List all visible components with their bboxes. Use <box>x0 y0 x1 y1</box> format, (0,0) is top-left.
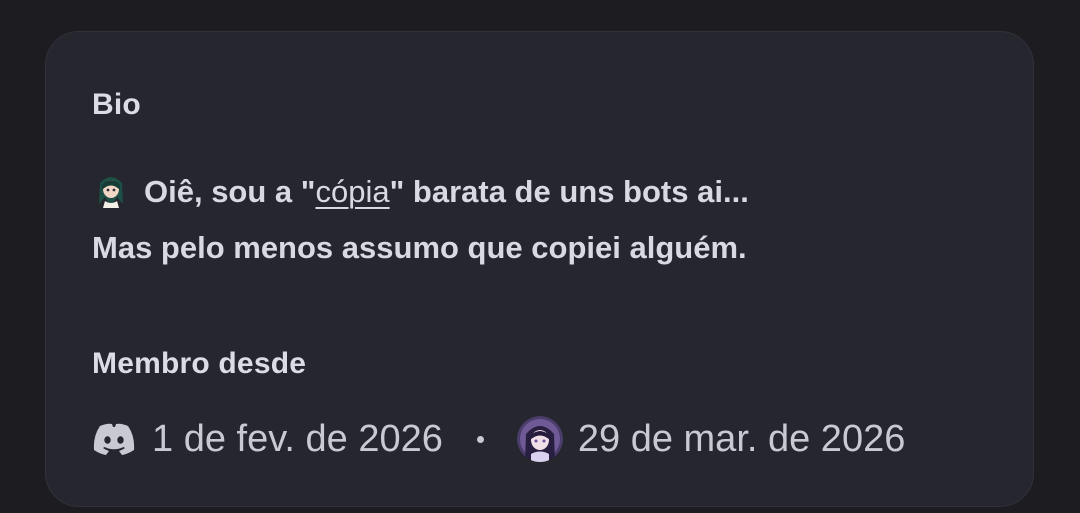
server-member-date: 29 de mar. de 2026 <box>577 417 906 460</box>
separator-dot <box>476 435 484 443</box>
bio-link[interactable]: cópia <box>315 174 389 209</box>
discord-icon <box>93 423 135 455</box>
member-since-heading: Membro desde <box>92 347 307 380</box>
bio-heading: Bio <box>92 88 141 121</box>
bio-text: Oiê, sou a "cópia" barata de uns bots ai… <box>92 164 992 276</box>
member-since-row: 1 de fev. de 2026 29 de mar. de 2026 <box>92 414 905 464</box>
bio-line-1-prefix: Oiê, sou a " <box>144 174 316 209</box>
bio-line-2: Mas pelo menos assumo que copiei alguém. <box>92 230 747 265</box>
server-avatar <box>516 416 563 462</box>
profile-card: Bio Oiê, sou a "cópia" barata de uns bot… <box>45 31 1034 507</box>
bio-line-1: Oiê, sou a "cópia" barata de uns bots ai… <box>92 164 992 220</box>
discord-member-date: 1 de fev. de 2026 <box>152 417 443 460</box>
character-avatar-icon <box>92 170 130 208</box>
bio-line-1-suffix: " barata de uns bots ai... <box>389 174 749 209</box>
